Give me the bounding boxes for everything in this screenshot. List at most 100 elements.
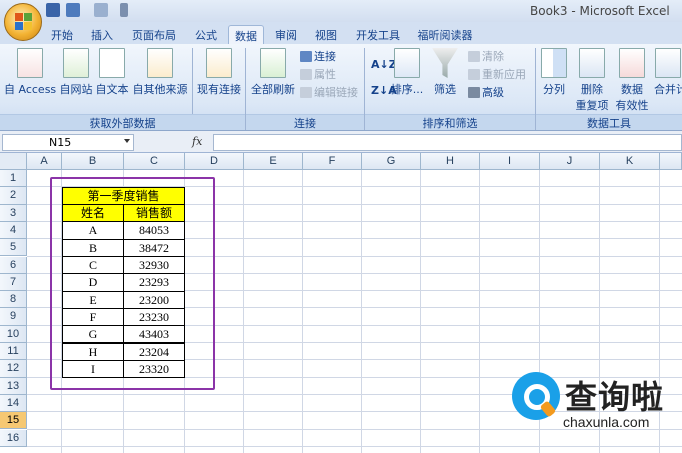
column-header-F[interactable]: F bbox=[303, 153, 362, 170]
tab-view[interactable]: 视图 bbox=[308, 25, 344, 44]
table-cell-sales[interactable]: 32930 bbox=[123, 256, 185, 275]
tab-data[interactable]: 数据 bbox=[228, 25, 264, 44]
watermark-url: chaxunla.com bbox=[563, 414, 650, 430]
table-cell-name[interactable]: B bbox=[62, 238, 124, 257]
column-header-I[interactable]: I bbox=[480, 153, 540, 170]
column-header-C[interactable]: C bbox=[124, 153, 185, 170]
table-cell-name[interactable]: H bbox=[62, 342, 124, 361]
insert-function-icon[interactable]: fx bbox=[192, 135, 202, 148]
text-file-icon bbox=[99, 48, 125, 78]
column-header-B[interactable]: B bbox=[62, 153, 124, 170]
sort-button[interactable]: 排序... bbox=[390, 48, 424, 97]
name-box[interactable]: N15 bbox=[2, 134, 134, 151]
office-button[interactable] bbox=[4, 3, 42, 41]
text-to-columns-icon bbox=[541, 48, 567, 78]
column-header-A[interactable]: A bbox=[27, 153, 62, 170]
table-cell-name[interactable]: A bbox=[62, 221, 124, 240]
connections-button[interactable]: 连接 bbox=[300, 48, 336, 64]
clear-filter-button[interactable]: 清除 bbox=[468, 48, 504, 64]
existing-connections-icon bbox=[206, 48, 232, 78]
row-header-11[interactable]: 11 bbox=[0, 343, 27, 361]
table-cell-name[interactable]: G bbox=[62, 325, 124, 344]
table-cell-sales[interactable]: 23204 bbox=[123, 342, 185, 361]
table-cell-sales[interactable]: 23320 bbox=[123, 359, 185, 379]
properties-button[interactable]: 属性 bbox=[300, 66, 336, 82]
row-header-10[interactable]: 10 bbox=[0, 325, 27, 343]
ribbon: 自 Access 自网站 自文本 自其他来源 现有连接 获取外部数据 全部刷新 … bbox=[0, 44, 682, 131]
remove-duplicates-button[interactable]: 删除 重复项 bbox=[574, 48, 610, 113]
reapply-button[interactable]: 重新应用 bbox=[468, 66, 526, 82]
tab-page-layout[interactable]: 页面布局 bbox=[124, 25, 184, 44]
tab-foxit-reader[interactable]: 福昕阅读器 bbox=[412, 25, 478, 44]
filter-button[interactable]: 筛选 bbox=[430, 48, 460, 97]
advanced-filter-button[interactable]: 高级 bbox=[468, 84, 504, 100]
existing-connections-button[interactable]: 现有连接 bbox=[195, 48, 243, 97]
reapply-icon bbox=[468, 69, 480, 80]
table-cell-name[interactable]: F bbox=[62, 307, 124, 327]
row-header-8[interactable]: 8 bbox=[0, 291, 27, 309]
undo-icon[interactable] bbox=[66, 3, 80, 17]
table-cell-sales[interactable]: 23293 bbox=[123, 273, 185, 292]
row-header-1[interactable]: 1 bbox=[0, 170, 27, 188]
table-header-sales[interactable]: 销售额 bbox=[123, 204, 185, 223]
tab-review[interactable]: 审阅 bbox=[268, 25, 304, 44]
table-header-name[interactable]: 姓名 bbox=[62, 204, 124, 223]
connections-icon bbox=[300, 51, 312, 62]
row-header-13[interactable]: 13 bbox=[0, 377, 27, 395]
tab-formulas[interactable]: 公式 bbox=[188, 25, 224, 44]
formula-input[interactable] bbox=[213, 134, 682, 151]
table-cell-sales[interactable]: 84053 bbox=[123, 221, 185, 240]
table-cell-name[interactable]: I bbox=[62, 359, 124, 379]
table-cell-name[interactable]: C bbox=[62, 256, 124, 275]
name-box-dropdown-icon[interactable] bbox=[124, 139, 130, 143]
row-header-14[interactable]: 14 bbox=[0, 394, 27, 413]
title-bar: Book3 - Microsoft Excel bbox=[0, 0, 682, 22]
row-header-7[interactable]: 7 bbox=[0, 273, 27, 292]
column-header-D[interactable]: D bbox=[185, 153, 244, 170]
table-cell-name[interactable]: E bbox=[62, 290, 124, 309]
tab-developer[interactable]: 开发工具 bbox=[350, 25, 406, 44]
column-header-J[interactable]: J bbox=[540, 153, 600, 170]
column-header-H[interactable]: H bbox=[421, 153, 480, 170]
table-title-cell[interactable]: 第一季度销售 bbox=[62, 186, 185, 206]
consolidate-icon bbox=[655, 48, 681, 78]
row-header-9[interactable]: 9 bbox=[0, 308, 27, 326]
select-all-corner[interactable] bbox=[0, 153, 27, 170]
from-other-sources-button[interactable]: 自其他来源 bbox=[131, 48, 189, 97]
from-text-button[interactable]: 自文本 bbox=[94, 48, 130, 97]
tab-insert[interactable]: 插入 bbox=[84, 25, 120, 44]
consolidate-button[interactable]: 合并计 bbox=[654, 48, 682, 97]
group-label-data-tools: 数据工具 bbox=[536, 114, 682, 130]
table-cell-sales[interactable]: 38472 bbox=[123, 238, 185, 257]
data-validation-button[interactable]: 数据 有效性 bbox=[612, 48, 652, 113]
table-cell-name[interactable]: D bbox=[62, 273, 124, 292]
row-header-5[interactable]: 5 bbox=[0, 239, 27, 257]
row-header-6[interactable]: 6 bbox=[0, 256, 27, 274]
watermark-text: 查询啦 bbox=[565, 378, 665, 416]
edit-links-button[interactable]: 编辑链接 bbox=[300, 84, 358, 100]
remove-duplicates-icon bbox=[579, 48, 605, 78]
column-header-K[interactable]: K bbox=[600, 153, 660, 170]
column-header-G[interactable]: G bbox=[362, 153, 421, 170]
column-header-E[interactable]: E bbox=[244, 153, 303, 170]
row-header-4[interactable]: 4 bbox=[0, 221, 27, 240]
row-header-12[interactable]: 12 bbox=[0, 360, 27, 378]
table-cell-sales[interactable]: 23200 bbox=[123, 290, 185, 309]
row-header-3[interactable]: 3 bbox=[0, 204, 27, 222]
table-cell-sales[interactable]: 43403 bbox=[123, 325, 185, 344]
from-access-button[interactable]: 自 Access bbox=[4, 48, 56, 97]
row-header-16[interactable]: 16 bbox=[0, 429, 27, 447]
text-to-columns-button[interactable]: 分列 bbox=[539, 48, 569, 97]
row-header-2[interactable]: 2 bbox=[0, 187, 27, 205]
from-web-button[interactable]: 自网站 bbox=[58, 48, 94, 97]
web-icon bbox=[63, 48, 89, 78]
customize-toolbar-icon[interactable] bbox=[120, 3, 128, 17]
tab-home[interactable]: 开始 bbox=[42, 25, 82, 44]
row-header-15[interactable]: 15 bbox=[0, 412, 27, 430]
refresh-all-button[interactable]: 全部刷新 bbox=[250, 48, 296, 97]
group-label-connections: 连接 bbox=[246, 114, 364, 130]
redo-icon[interactable] bbox=[94, 3, 108, 17]
save-icon[interactable] bbox=[46, 3, 60, 17]
table-cell-sales[interactable]: 23230 bbox=[123, 307, 185, 327]
access-icon bbox=[17, 48, 43, 78]
